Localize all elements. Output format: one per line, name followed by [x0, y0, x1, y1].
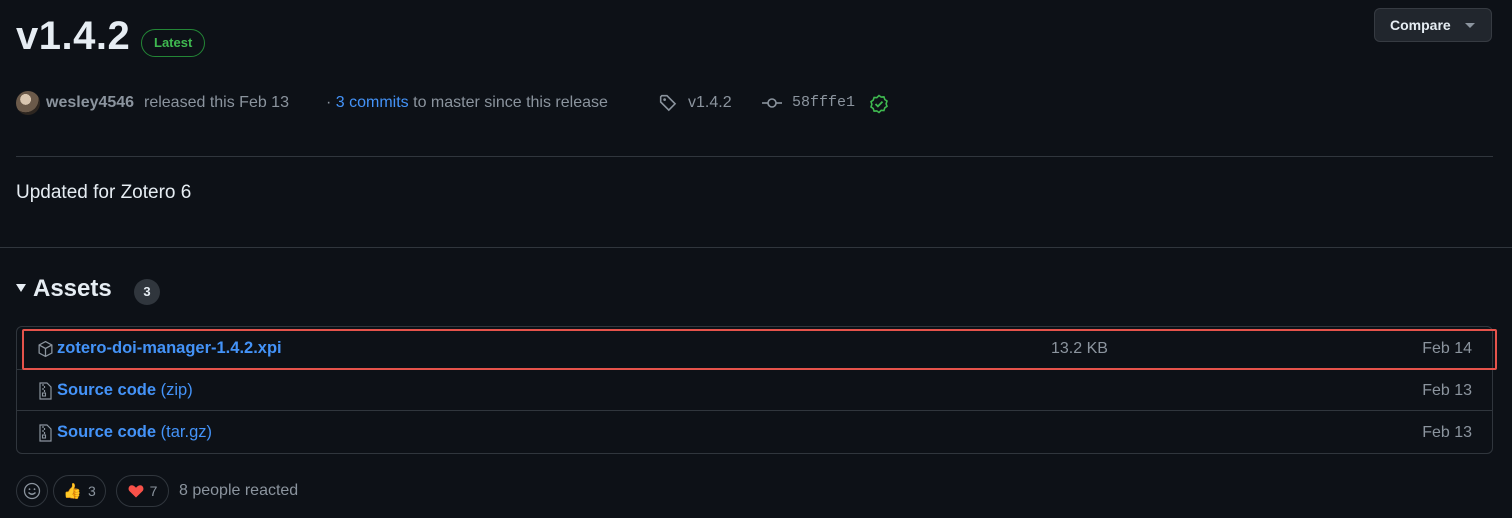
thumbs-up-icon: 👍: [63, 483, 82, 500]
heart-count: 7: [149, 483, 158, 499]
released-text: released this Feb 13: [144, 94, 289, 111]
compare-label: Compare: [1390, 17, 1451, 33]
tag-icon: [659, 94, 677, 112]
latest-badge: Latest: [141, 29, 206, 57]
commits-separator: ·: [326, 94, 332, 111]
thumbs-up-reaction[interactable]: 👍 3: [53, 475, 106, 507]
smiley-icon: [23, 482, 41, 500]
heart-reaction[interactable]: 7: [116, 475, 169, 507]
file-zip-icon: [39, 424, 52, 442]
assets-title[interactable]: Assets: [33, 275, 112, 303]
asset-name: Source code: [57, 381, 157, 399]
asset-highlight-box: [22, 329, 1497, 370]
tag-link[interactable]: v1.4.2: [688, 92, 732, 114]
divider: [16, 156, 1493, 157]
asset-row[interactable]: Source code (zip) Feb 13: [17, 370, 1492, 411]
release-notes: Updated for Zotero 6: [16, 182, 192, 203]
thumbs-up-count: 3: [87, 483, 96, 499]
reactions-summary: 8 people reacted: [179, 482, 299, 499]
commits-link[interactable]: 3 commits: [336, 94, 409, 111]
asset-format: (zip): [160, 381, 193, 399]
author-link[interactable]: wesley4546: [46, 92, 134, 114]
commits-info: · 3 commits to master since this release: [326, 92, 608, 114]
heart-icon: [128, 485, 144, 498]
compare-button[interactable]: Compare: [1374, 8, 1492, 42]
git-commit-icon: [762, 98, 782, 108]
asset-link[interactable]: Source code (tar.gz): [57, 423, 212, 442]
divider: [0, 247, 1512, 248]
assets-count-badge: 3: [134, 279, 160, 305]
row-divider: [17, 410, 1492, 411]
asset-name: Source code: [57, 423, 157, 441]
file-zip-icon: [39, 382, 52, 400]
release-title: v1.4.2: [16, 14, 131, 58]
commits-suffix: to master since this release: [413, 94, 608, 111]
asset-date: Feb 13: [1422, 382, 1472, 399]
author-avatar[interactable]: [16, 91, 40, 115]
verified-check-icon[interactable]: [869, 94, 889, 114]
commit-sha-link[interactable]: 58fffe1: [792, 92, 855, 114]
assets-toggle-icon[interactable]: [16, 284, 26, 292]
asset-date: Feb 13: [1422, 424, 1472, 441]
caret-down-icon: [1464, 22, 1475, 28]
add-reaction-button[interactable]: [16, 475, 48, 507]
asset-format: (tar.gz): [160, 423, 212, 441]
asset-link[interactable]: Source code (zip): [57, 381, 193, 400]
asset-row[interactable]: Source code (tar.gz) Feb 13: [17, 412, 1492, 453]
